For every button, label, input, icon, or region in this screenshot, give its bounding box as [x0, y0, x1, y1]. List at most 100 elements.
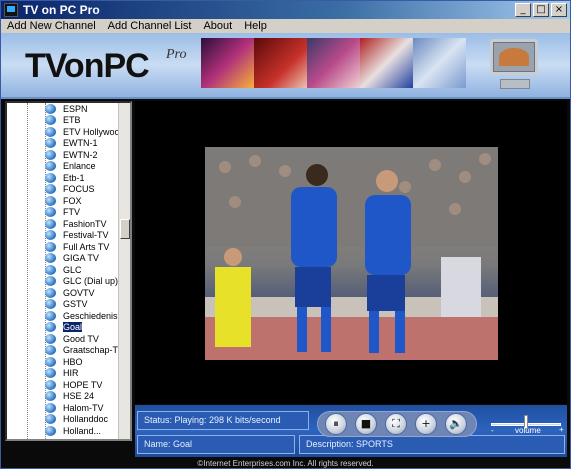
channel-list-item[interactable]: EWTN-1 — [45, 138, 121, 150]
channel-list-item[interactable]: GIGA TV — [45, 253, 121, 265]
monitor-icon — [486, 37, 544, 95]
channel-label: HBO — [63, 356, 83, 367]
channel-list-item[interactable]: Good TV — [45, 333, 121, 345]
zoom-in-button[interactable]: + — [415, 413, 437, 435]
channel-globe-icon — [45, 184, 56, 195]
title-bar[interactable]: TV on PC Pro _ □ × — [1, 1, 570, 19]
channel-list-item[interactable]: HIR — [45, 368, 121, 380]
channel-list-item[interactable]: Hollanddoc — [45, 414, 121, 426]
channel-list-item[interactable]: FashionTV — [45, 218, 121, 230]
channel-list-item[interactable]: FOCUS — [45, 184, 121, 196]
close-button[interactable]: × — [551, 3, 567, 17]
menu-help[interactable]: Help — [238, 19, 273, 33]
channel-label: FOCUS — [63, 184, 95, 195]
menu-add-new-channel[interactable]: Add New Channel — [1, 19, 102, 33]
window-controls: _ □ × — [515, 3, 567, 17]
channel-globe-icon — [45, 264, 56, 275]
video-display[interactable] — [135, 101, 567, 404]
channel-globe-icon — [45, 149, 56, 160]
channel-label: HSE 24 — [63, 391, 95, 402]
channel-globe-icon — [45, 368, 56, 379]
app-logo-suffix: Pro — [166, 47, 187, 62]
channel-list-item[interactable]: ETV Hollywood — [45, 126, 121, 138]
stop-button[interactable]: ■ — [355, 413, 377, 435]
channel-list-item[interactable]: GLC — [45, 264, 121, 276]
channel-label: Graatschap-TV — [63, 345, 121, 356]
copyright-footer: ©Internet Enterprises.com Inc. All right… — [197, 459, 374, 468]
channel-list-item[interactable]: GOVTV — [45, 287, 121, 299]
banner-dancer-image — [254, 38, 307, 88]
channel-globe-icon — [45, 138, 56, 149]
channel-list-item[interactable]: Etb-1 — [45, 172, 121, 184]
channel-globe-icon — [45, 379, 56, 390]
channel-list-item[interactable]: GLC (Dial up) — [45, 276, 121, 288]
channel-globe-icon — [45, 425, 56, 436]
volume-label: volume — [515, 426, 541, 435]
channel-list-item[interactable]: ESPN — [45, 103, 121, 115]
channel-list-item[interactable]: HOPE TV — [45, 379, 121, 391]
channel-globe-icon — [45, 218, 56, 229]
menu-add-channel-list[interactable]: Add Channel List — [102, 19, 198, 33]
channel-label: GLC — [63, 264, 82, 275]
channel-list-item[interactable]: HBO — [45, 356, 121, 368]
channel-name-field: Name: Goal — [137, 435, 295, 454]
channel-list-item[interactable]: Graatschap-TV — [45, 345, 121, 357]
control-panel: Status: Playing: 298 K bits/second Name:… — [135, 405, 567, 457]
channel-list: ESPN ETB ETV Hollywood EWTN-1 EWTN-2 Enlance E… — [45, 103, 121, 437]
channel-label: EWTN-2 — [63, 149, 98, 160]
status-field: Status: Playing: 298 K bits/second — [137, 411, 309, 430]
channel-label: FOX — [63, 195, 82, 206]
channel-list-item[interactable]: Halom-TV — [45, 402, 121, 414]
channel-label: ESPN — [63, 103, 88, 114]
channel-list-item[interactable]: FOX — [45, 195, 121, 207]
channel-list-item[interactable]: Geschiedenis — [45, 310, 121, 322]
channel-list-item[interactable]: EWTN-2 — [45, 149, 121, 161]
maximize-button[interactable]: □ — [533, 3, 549, 17]
channel-globe-icon — [45, 333, 56, 344]
channel-globe-icon — [45, 322, 56, 333]
channel-list-item[interactable]: ETB — [45, 115, 121, 127]
banner-sky-image — [413, 38, 466, 88]
app-window: TV on PC Pro _ □ × Add New Channel Add C… — [0, 0, 571, 469]
volume-icon[interactable]: 🔈 — [445, 413, 467, 435]
channel-label: HIR — [63, 368, 79, 379]
channel-list-item[interactable]: Holland... — [45, 425, 121, 437]
video-frame — [205, 147, 498, 360]
channel-list-item[interactable]: Full Arts TV — [45, 241, 121, 253]
channel-globe-icon — [45, 299, 56, 310]
channel-label: Hollanddoc — [63, 414, 109, 425]
channel-label: ETB — [63, 115, 81, 126]
app-logo: TVonPC — [25, 47, 150, 85]
channel-globe-icon — [45, 345, 56, 356]
scroll-thumb[interactable] — [120, 219, 130, 239]
minimize-button[interactable]: _ — [515, 3, 531, 17]
channel-list-panel[interactable]: ESPN ETB ETV Hollywood EWTN-1 EWTN-2 Enlance E… — [5, 101, 132, 441]
channel-label: Good TV — [63, 333, 99, 344]
header-banner: TVonPC Pro — [1, 33, 570, 99]
channel-label: ETV Hollywood — [63, 126, 121, 137]
channel-globe-icon — [45, 310, 56, 321]
channel-label: Enlance — [63, 161, 96, 172]
channel-label: GLC (Dial up) — [63, 276, 119, 287]
fullscreen-button[interactable]: ⛶ — [385, 413, 407, 435]
channel-list-item[interactable]: GSTV — [45, 299, 121, 311]
channel-globe-icon — [45, 241, 56, 252]
channel-globe-icon — [45, 115, 56, 126]
channel-globe-icon — [45, 126, 56, 137]
channel-label: GSTV — [63, 299, 88, 310]
channel-list-scrollbar[interactable] — [118, 103, 130, 439]
channel-label: Full Arts TV — [63, 241, 110, 252]
banner-performer-image — [307, 38, 360, 88]
channel-list-item[interactable]: Goal — [45, 322, 121, 334]
channel-list-item[interactable]: Festival-TV — [45, 230, 121, 242]
channel-label: FTV — [63, 207, 80, 218]
channel-list-item[interactable]: HSE 24 — [45, 391, 121, 403]
channel-label: HOPE TV — [63, 379, 103, 390]
pause-button[interactable]: ⏸ — [325, 413, 347, 435]
menu-about[interactable]: About — [197, 19, 238, 33]
window-title: TV on PC Pro — [23, 3, 100, 17]
channel-list-item[interactable]: FTV — [45, 207, 121, 219]
channel-description-field: Description: SPORTS — [299, 435, 565, 454]
banner-flag-image — [360, 38, 413, 88]
channel-list-item[interactable]: Enlance — [45, 161, 121, 173]
